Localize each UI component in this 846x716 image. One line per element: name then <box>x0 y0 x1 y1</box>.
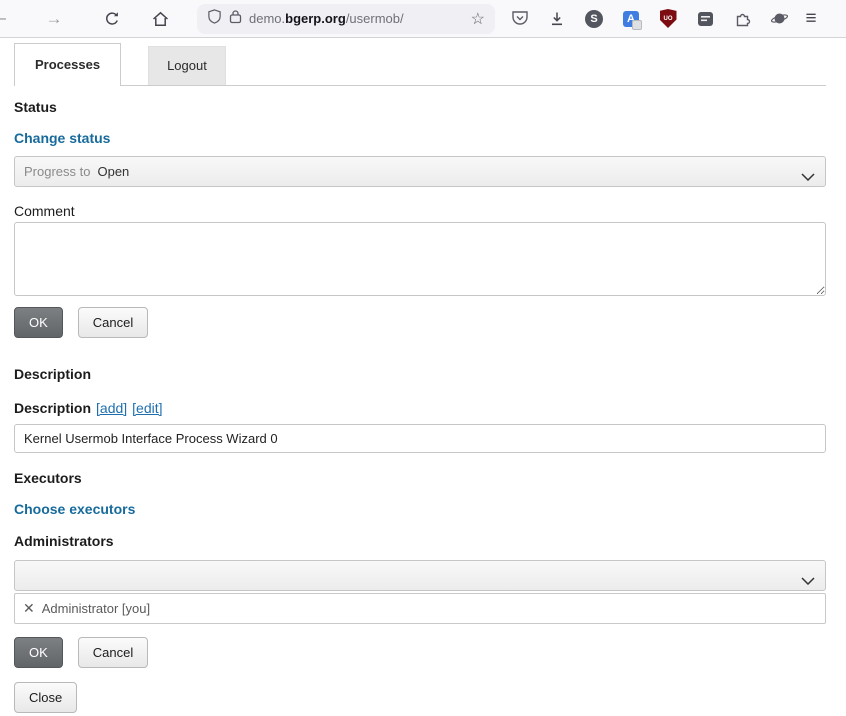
status-select-value: Open <box>97 164 129 179</box>
status-ok-button[interactable]: OK <box>14 307 63 338</box>
menu-hamburger-icon[interactable]: ≡ <box>796 4 826 34</box>
translate-badge: A <box>623 11 639 27</box>
description-input[interactable] <box>14 424 826 453</box>
executors-ok-button[interactable]: OK <box>14 637 63 668</box>
status-button-row: OK Cancel <box>14 307 826 338</box>
close-button[interactable]: Close <box>14 682 77 713</box>
status-cancel-button[interactable]: Cancel <box>78 307 148 338</box>
extensions-puzzle-icon[interactable] <box>731 8 753 30</box>
extension-icons: S A UO <box>509 8 790 30</box>
description-add-link[interactable]: [add] <box>96 400 127 416</box>
browser-toolbar: – → demo.bgerp.org/usermob/ ☆ S A UO <box>0 0 846 38</box>
description-label-line: Description [add] [edit] <box>14 400 826 416</box>
ublock-shield: UO <box>660 9 677 28</box>
administrator-item-label: Administrator [you] <box>42 601 150 616</box>
status-select-prefix: Progress to <box>24 164 90 179</box>
forward-icon[interactable]: → <box>39 4 69 34</box>
tracking-shield-icon[interactable] <box>207 9 222 29</box>
download-icon[interactable] <box>546 8 568 30</box>
chevron-down-icon <box>801 169 815 184</box>
administrator-list-item: ✕ Administrator [you] <box>14 593 826 624</box>
ublock-extension-icon[interactable]: UO <box>657 8 679 30</box>
choose-executors-link[interactable]: Choose executors <box>14 501 826 518</box>
reload-icon[interactable] <box>97 4 127 34</box>
url-text[interactable]: demo.bgerp.org/usermob/ <box>249 11 404 26</box>
url-prefix: demo. <box>249 11 285 26</box>
tab-processes[interactable]: Processes <box>14 43 121 86</box>
executors-button-row: OK Cancel <box>14 637 826 668</box>
s-badge: S <box>585 10 603 28</box>
translate-extension-icon[interactable]: A <box>620 8 642 30</box>
comment-label: Comment <box>14 203 826 220</box>
executors-heading: Executors <box>14 470 826 487</box>
administrators-select[interactable] <box>14 560 826 591</box>
bookmark-star-icon[interactable]: ☆ <box>471 9 485 29</box>
tab-logout[interactable]: Logout <box>148 46 226 85</box>
executors-cancel-button[interactable]: Cancel <box>78 637 148 668</box>
status-select[interactable]: Progress to Open <box>14 156 826 187</box>
s-extension-icon[interactable]: S <box>583 8 605 30</box>
description-label: Description <box>14 400 91 416</box>
lock-icon[interactable] <box>229 9 242 29</box>
remove-administrator-icon[interactable]: ✕ <box>23 600 35 617</box>
card-extension-icon[interactable] <box>694 8 716 30</box>
page-content: Processes Logout Status Change status Pr… <box>0 42 846 713</box>
url-domain: bgerp.org <box>285 11 346 26</box>
change-status-link[interactable]: Change status <box>14 130 826 147</box>
back-icon[interactable]: – <box>0 10 7 28</box>
administrators-heading: Administrators <box>14 533 826 550</box>
url-bar[interactable]: demo.bgerp.org/usermob/ ☆ <box>197 4 495 34</box>
description-heading: Description <box>14 366 826 383</box>
description-edit-link[interactable]: [edit] <box>132 400 162 416</box>
tab-bar: Processes Logout <box>14 42 826 86</box>
status-heading: Status <box>14 99 826 116</box>
planet-extension-icon[interactable] <box>768 8 790 30</box>
home-icon[interactable] <box>145 4 175 34</box>
footer-button-row: Close <box>14 682 826 713</box>
chevron-down-icon <box>801 573 815 588</box>
pocket-icon[interactable] <box>509 8 531 30</box>
url-path: /usermob/ <box>346 11 404 26</box>
comment-textarea[interactable] <box>14 222 826 296</box>
